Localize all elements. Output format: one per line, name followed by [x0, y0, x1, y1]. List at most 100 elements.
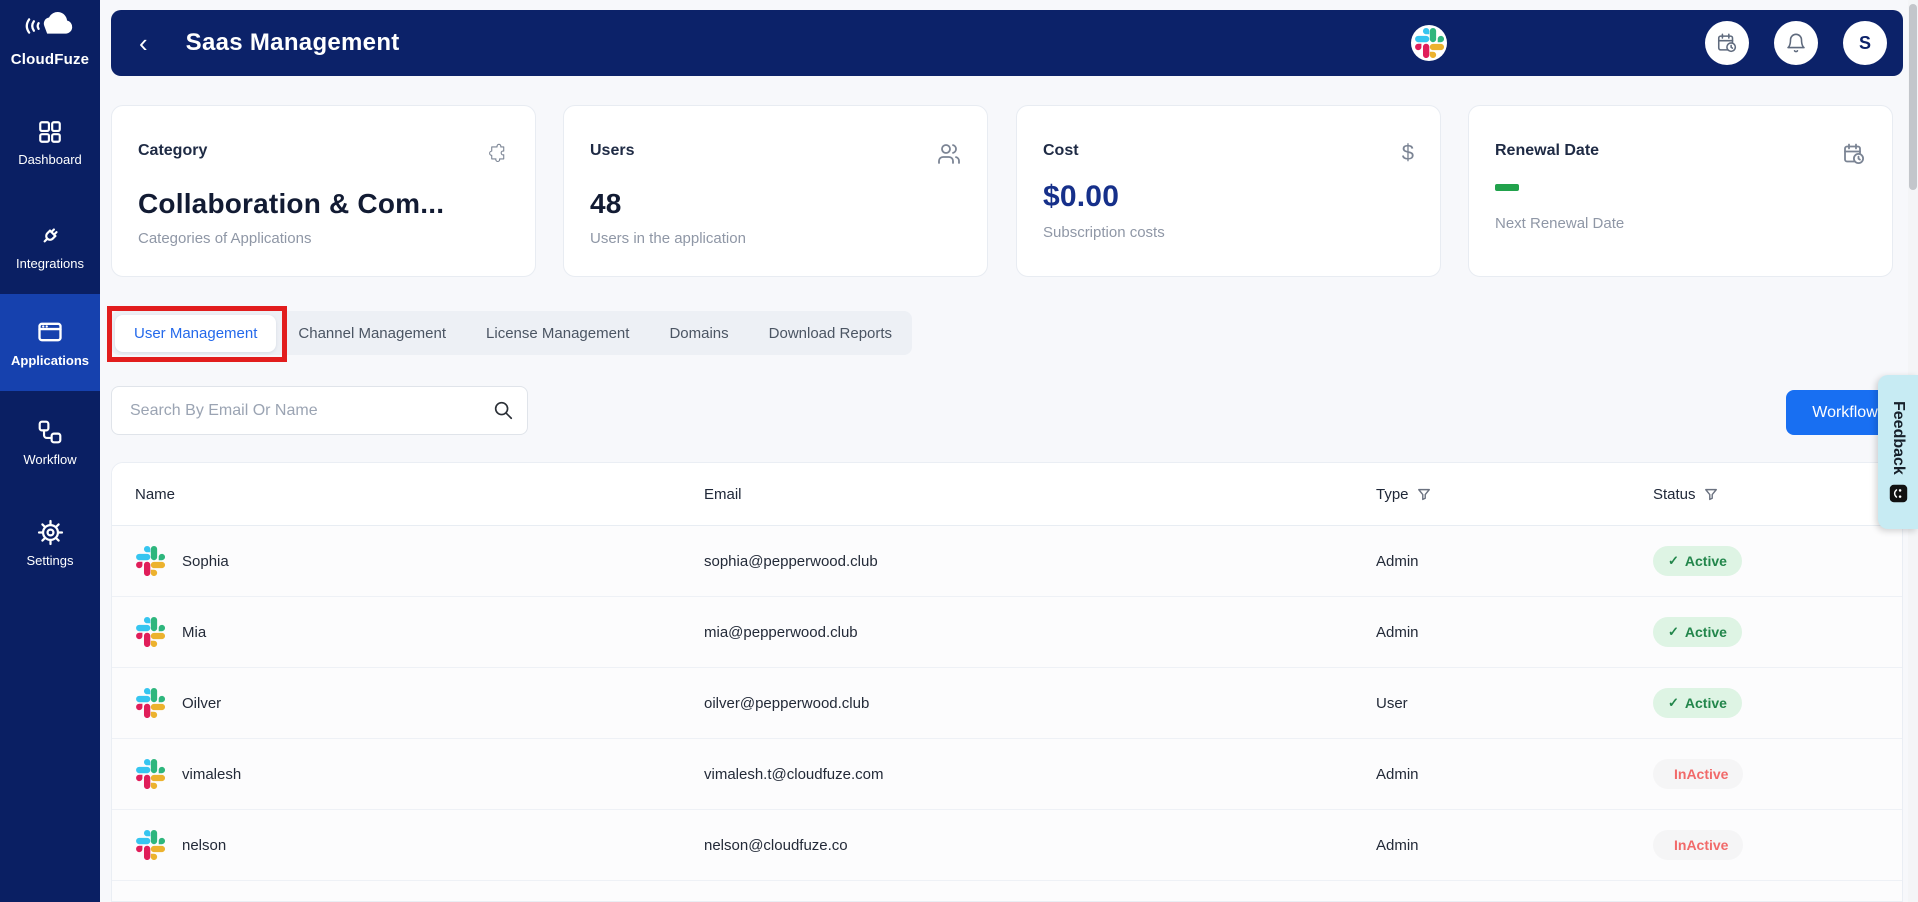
sidebar-item-label: Settings: [26, 552, 74, 568]
scrollbar-thumb[interactable]: [1909, 4, 1917, 190]
header-icon-group: S: [1705, 21, 1887, 65]
table-row[interactable]: nelson nelson@cloudfuze.co Admin InActiv…: [112, 810, 1902, 881]
table-row[interactable]: Oilver oilver@pepperwood.club User ✓ Acti…: [112, 668, 1902, 739]
search-bar: [111, 386, 528, 435]
user-email: sophia@pepperwood.club: [704, 552, 878, 570]
sidebar-item-applications[interactable]: Applications: [0, 294, 100, 391]
page-title: Saas Management: [185, 29, 400, 56]
user-email: mia@pepperwood.club: [704, 623, 858, 641]
sidebar-item-workflow[interactable]: Workflow: [0, 410, 100, 476]
slack-icon: [135, 759, 165, 789]
card-label: Renewal Date: [1495, 142, 1600, 159]
feedback-label: Feedback: [1890, 400, 1907, 475]
card-subtext: Next Renewal Date: [1495, 215, 1625, 232]
sidebar-item-label: Integrations: [16, 256, 84, 271]
card-label: Users: [590, 142, 635, 159]
column-header-type: Type: [1376, 486, 1653, 503]
cloudfuze-logo[interactable]: CloudFuze: [0, 8, 100, 68]
tab-channel-management[interactable]: Channel Management: [278, 325, 466, 342]
back-button[interactable]: ‹: [139, 30, 148, 56]
status-badge: ✓ Active: [1653, 546, 1742, 576]
slack-icon: [135, 546, 165, 576]
workflow-icon: [38, 420, 62, 444]
plug-icon: [43, 228, 58, 243]
user-email: oilver@pepperwood.club: [704, 694, 870, 712]
management-tabs: User Management Channel Management Licen…: [111, 311, 913, 355]
slack-app-badge: [1411, 25, 1447, 61]
tab-license-management[interactable]: License Management: [466, 325, 649, 342]
status-badge: InActive: [1653, 830, 1744, 860]
sidebar-item-label: Workflow: [23, 452, 77, 467]
sidebar-item-dashboard[interactable]: Dashboard: [0, 112, 100, 174]
card-value: $0.00: [1043, 180, 1120, 213]
user-name: nelson: [182, 836, 227, 854]
sidebar-item-label: Dashboard: [18, 152, 82, 167]
check-icon: ✓: [1668, 695, 1679, 710]
cloudfuze-logo-text: CloudFuze: [10, 51, 90, 68]
sidebar-item-label: Applications: [10, 352, 89, 368]
column-header-email: Email: [704, 485, 742, 503]
cost-card: Cost $ $0.00 Subscription costs: [1016, 105, 1441, 277]
card-subtext: Users in the application: [590, 230, 746, 247]
table-row-partial: [112, 881, 1902, 901]
user-email: vimalesh.t@cloudfuze.com: [704, 765, 884, 783]
notifications-button[interactable]: [1774, 21, 1818, 65]
renewal-date-card: Renewal Date Next Renewal Date: [1468, 105, 1893, 277]
bell-icon: [1787, 33, 1805, 53]
search-icon[interactable]: [492, 399, 514, 426]
dollar-icon: $: [1401, 140, 1414, 165]
app-window-icon: [38, 322, 62, 341]
renewal-dash-value: [1495, 184, 1519, 191]
table-row[interactable]: vimalesh vimalesh.t@cloudfuze.com Admin …: [112, 739, 1902, 810]
users-icon: [937, 142, 961, 172]
user-name: Mia: [182, 623, 207, 641]
cloudfuze-cloud-icon: [25, 12, 73, 34]
user-name: Oilver: [182, 694, 222, 712]
smiley-icon: [1889, 485, 1907, 503]
user-type: Admin: [1376, 552, 1419, 570]
user-type: Admin: [1376, 836, 1419, 854]
user-name: vimalesh: [182, 765, 242, 783]
card-value: 48: [590, 188, 622, 219]
gear-icon: [37, 519, 63, 545]
tab-domains[interactable]: Domains: [649, 325, 748, 342]
card-subtext: Categories of Applications: [138, 230, 312, 247]
renewal-calendar-button[interactable]: [1705, 21, 1749, 65]
filter-funnel-icon[interactable]: [1704, 487, 1718, 501]
slack-icon: [1414, 28, 1444, 58]
card-value: Collaboration & Com...: [138, 188, 445, 219]
user-email: nelson@cloudfuze.co: [704, 836, 848, 854]
status-badge: ✓ Active: [1653, 617, 1742, 647]
top-header-bar: ‹ Saas Management S: [111, 10, 1903, 76]
card-label: Category: [138, 142, 208, 159]
table-row[interactable]: Sophia sophia@pepperwood.club Admin ✓ Act…: [112, 526, 1902, 597]
feedback-tab[interactable]: Feedback: [1878, 375, 1918, 529]
sidebar-item-integrations[interactable]: Integrations: [0, 216, 100, 278]
calendar-clock-icon: [1717, 33, 1737, 53]
category-card: Category Collaboration & Com... Categori…: [111, 105, 536, 277]
dashboard-grid-icon: [39, 121, 61, 143]
users-card: Users 48 Users in the application: [563, 105, 988, 277]
user-table: Name Email Type Status Sophia sophia@pep…: [111, 462, 1903, 902]
avatar-initial: S: [1858, 32, 1871, 53]
puzzle-icon: [485, 142, 509, 172]
slack-icon: [135, 688, 165, 718]
tab-user-management[interactable]: User Management: [115, 314, 277, 352]
column-header-status: Status: [1653, 486, 1902, 503]
calendar-clock-icon: [1842, 142, 1866, 172]
sidebar: CloudFuze Dashboard Integrations Applica…: [0, 0, 100, 902]
table-row[interactable]: Mia mia@pepperwood.club Admin ✓ Active: [112, 597, 1902, 668]
saas-management-page: CloudFuze Dashboard Integrations Applica…: [0, 0, 1918, 902]
user-avatar[interactable]: S: [1843, 21, 1887, 65]
sidebar-item-settings[interactable]: Settings: [0, 510, 100, 576]
user-type: Admin: [1376, 623, 1419, 641]
check-icon: ✓: [1668, 553, 1679, 568]
filter-funnel-icon[interactable]: [1417, 487, 1431, 501]
status-badge: InActive: [1653, 759, 1744, 789]
slack-icon: [135, 617, 165, 647]
table-header-row: Name Email Type Status: [112, 463, 1902, 526]
search-input[interactable]: [111, 386, 528, 435]
tab-download-reports[interactable]: Download Reports: [749, 325, 912, 342]
user-name: Sophia: [182, 552, 229, 570]
slack-icon: [135, 830, 165, 860]
